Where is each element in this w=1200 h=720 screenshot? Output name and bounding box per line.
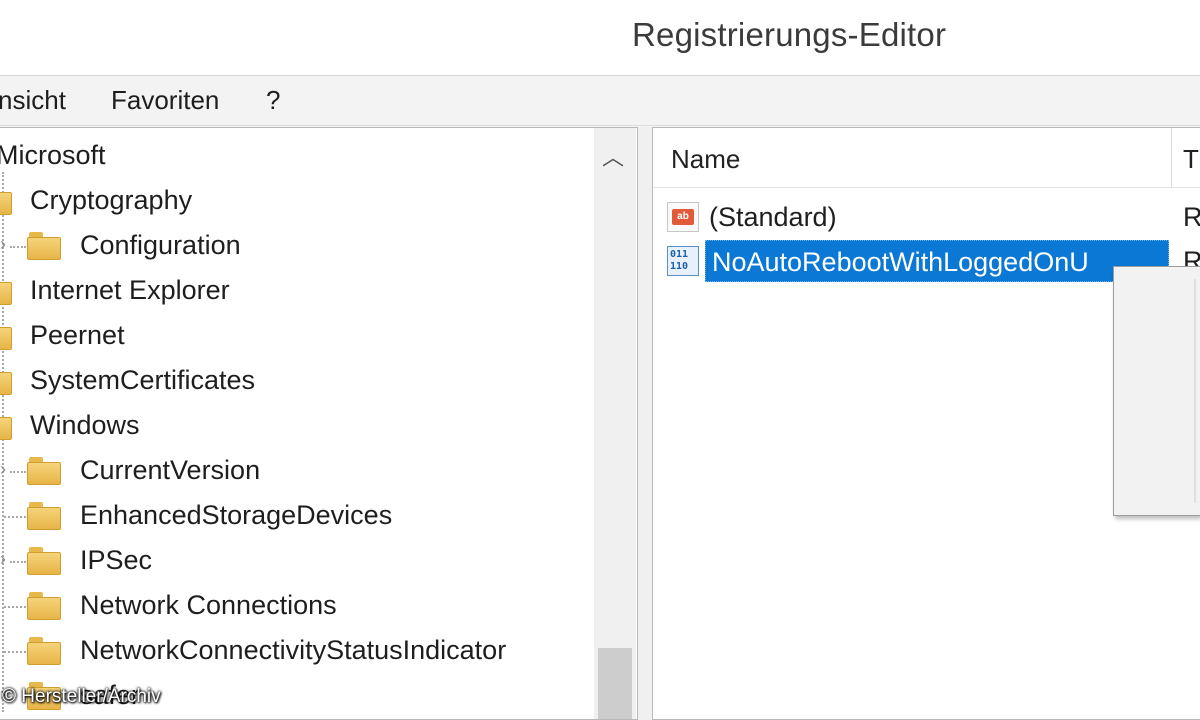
tree-item-label: Network Connections [80,590,337,620]
tree-connector-dots [4,516,26,518]
tree-item-label: Peernet [30,320,125,350]
reg-sz-icon: ab [667,202,699,232]
expand-arrow-icon[interactable]: › [0,459,6,480]
tree-item-enhancedstoragedevices[interactable]: EnhancedStorageDevices [0,494,595,538]
tree-item-ipsec[interactable]: › IPSec [0,539,595,583]
tree-item-label: SystemCertificates [30,365,256,395]
menu-bar: nsicht Favoriten ? [0,76,1200,126]
tree-item-label: Microsoft [0,140,106,170]
folder-icon [27,547,61,575]
tree-connector-dots [10,246,26,248]
chevron-up-icon[interactable]: ︿ [602,140,624,172]
folder-icon [0,367,12,395]
folder-icon [0,412,12,440]
value-row-standard[interactable]: ab (Standard) R [653,196,1200,238]
tree-item-label: Windows [30,410,140,440]
window-title: Registrierungs-Editor [632,16,947,53]
menu-help[interactable]: ? [266,85,280,116]
tree-connector-dots [10,561,26,563]
tree-item-label: EnhancedStorageDevices [80,500,393,530]
tree-scrollbar[interactable]: ︿ [594,128,636,719]
menu-ansicht[interactable]: nsicht [0,85,66,116]
tree-connector-dots [4,651,26,653]
title-bar: Registrierungs-Editor [0,0,1200,76]
folder-icon [27,592,61,620]
tree-item-network-connections[interactable]: Network Connections [0,584,595,628]
folder-icon [27,637,61,665]
value-type: R [1183,202,1200,233]
tree-item-cryptography[interactable]: Cryptography [0,179,595,223]
column-header-name[interactable]: Name [671,144,740,175]
folder-icon [0,277,12,305]
context-menu[interactable] [1113,266,1200,516]
tree-item-label: Cryptography [30,185,193,215]
menu-favoriten[interactable]: Favoriten [111,85,219,116]
tree-item-label: CurrentVersion [80,455,261,485]
folder-icon [27,502,61,530]
tree-connector-dots [10,471,26,473]
tree-item-windows[interactable]: Windows [0,404,595,448]
folder-icon [0,322,12,350]
expand-arrow-icon[interactable]: › [0,234,6,255]
tree-item-currentversion[interactable]: › CurrentVersion [0,449,595,493]
column-header-row: Name T [653,128,1200,188]
tree-item-label: IPSec [80,545,153,575]
reg-dword-icon: 011 110 [667,246,699,276]
context-menu-divider [1194,279,1196,503]
expand-arrow-icon[interactable]: › [0,549,6,570]
tree-item-systemcertificates[interactable]: SystemCertificates [0,359,595,403]
registry-tree-pane: Microsoft Cryptography › Configuration I… [0,127,638,720]
folder-icon [0,187,12,215]
tree-item-label: Configuration [80,230,241,260]
scrollbar-thumb[interactable] [598,648,632,719]
tree-item-networkconnectivitystatusindicator[interactable]: NetworkConnectivityStatusIndicator [0,629,595,673]
tree-item-peernet[interactable]: Peernet [0,314,595,358]
tree-item-microsoft[interactable]: Microsoft [0,134,595,178]
column-separator[interactable] [1171,128,1172,188]
selection-highlight: NoAutoRebootWithLoggedOnU [705,240,1169,282]
tree-item-internet-explorer[interactable]: Internet Explorer [0,269,595,313]
copyright-watermark: © Hersteller/Archiv [2,686,161,707]
tree-item-label: NetworkConnectivityStatusIndicator [80,635,507,665]
tree-connector-dots [4,606,26,608]
folder-icon [27,457,61,485]
tree-item-configuration[interactable]: › Configuration [0,224,595,268]
value-name: NoAutoRebootWithLoggedOnU [712,247,1089,277]
folder-icon [27,232,61,260]
value-name: (Standard) [709,202,837,232]
tree-item-label: Internet Explorer [30,275,230,305]
column-header-type[interactable]: T [1183,144,1199,175]
pane-splitter[interactable] [638,127,652,720]
